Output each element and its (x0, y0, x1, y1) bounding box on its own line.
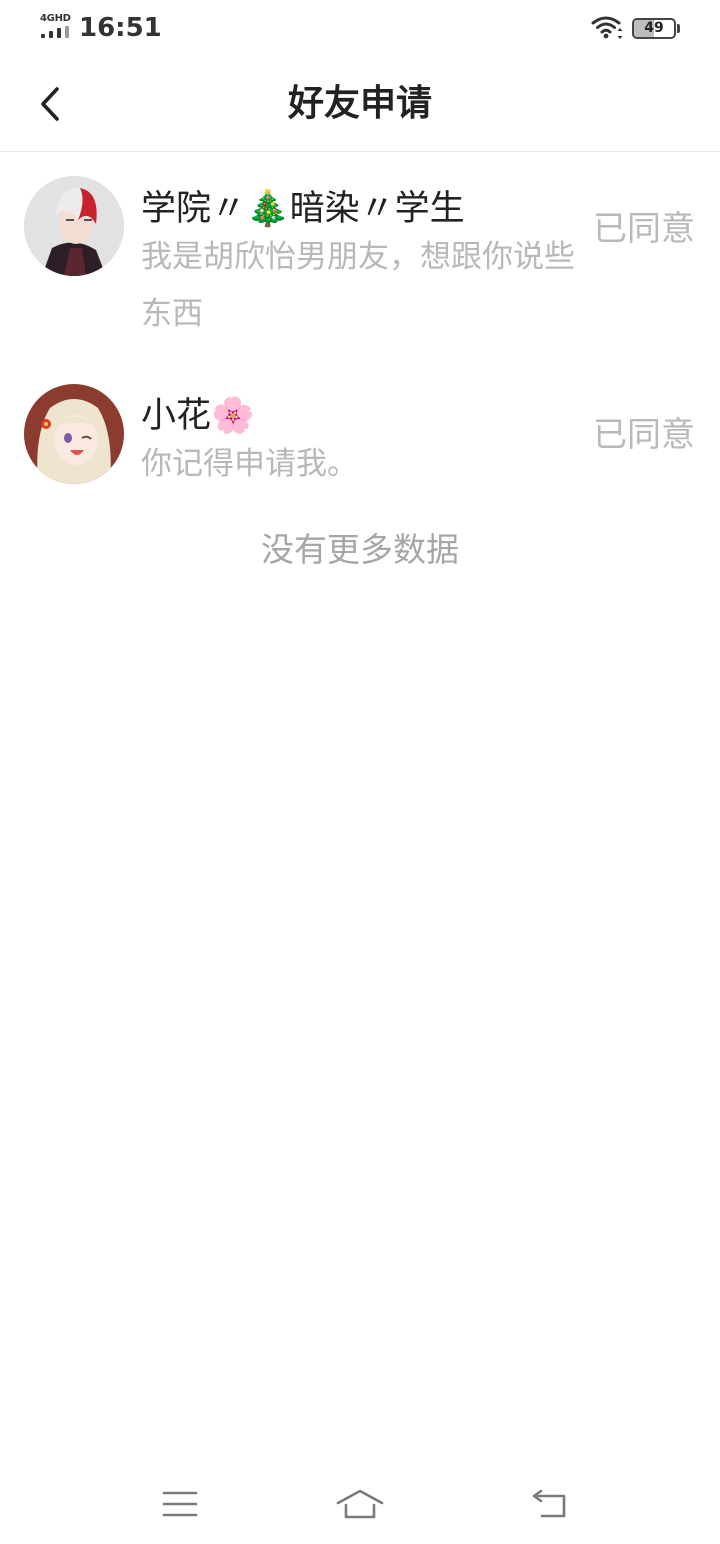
page-title: 好友申请 (287, 83, 432, 124)
avatar[interactable] (24, 176, 124, 276)
back-icon (532, 1489, 566, 1518)
network-type-label: 4GHD (40, 13, 71, 24)
status-bar: 4GHD 16:51 49 (0, 0, 720, 58)
no-more-data-text: 没有更多数据 (261, 530, 459, 569)
menu-button[interactable] (150, 1480, 210, 1528)
avatar[interactable] (24, 384, 124, 484)
signal-bars-icon (41, 26, 71, 38)
requester-name: 学院〃🎄暗染〃学生 (141, 189, 465, 229)
battery-level: 49 (644, 20, 664, 36)
header: 好友申请 (0, 58, 720, 152)
home-button[interactable] (330, 1480, 390, 1528)
request-message: 你记得申请我。 (141, 446, 358, 482)
wifi-icon (591, 15, 625, 41)
back-nav-button[interactable] (520, 1480, 580, 1528)
friend-requests-screen: 4GHD 16:51 49 好友申请 学院〃🎄暗染〃学生 我是胡欣怡男朋友，想跟… (0, 0, 720, 1544)
signal-indicator: 4GHD (40, 14, 72, 40)
system-nav-bar (0, 1470, 720, 1540)
request-message: 我是胡欣怡男朋友，想跟你说些东西 (141, 239, 575, 332)
menu-icon (162, 1491, 198, 1517)
battery-icon: 49 (632, 18, 680, 39)
request-status: 已同意 (593, 415, 695, 455)
requester-name: 小花🌸 (141, 396, 255, 436)
home-icon (336, 1489, 384, 1519)
friend-request-item[interactable]: 学院〃🎄暗染〃学生 我是胡欣怡男朋友，想跟你说些东西 已同意 (0, 152, 720, 352)
request-status: 已同意 (593, 209, 695, 249)
friend-request-item[interactable]: 小花🌸 你记得申请我。 已同意 (0, 352, 720, 502)
status-time: 16:51 (79, 13, 162, 43)
